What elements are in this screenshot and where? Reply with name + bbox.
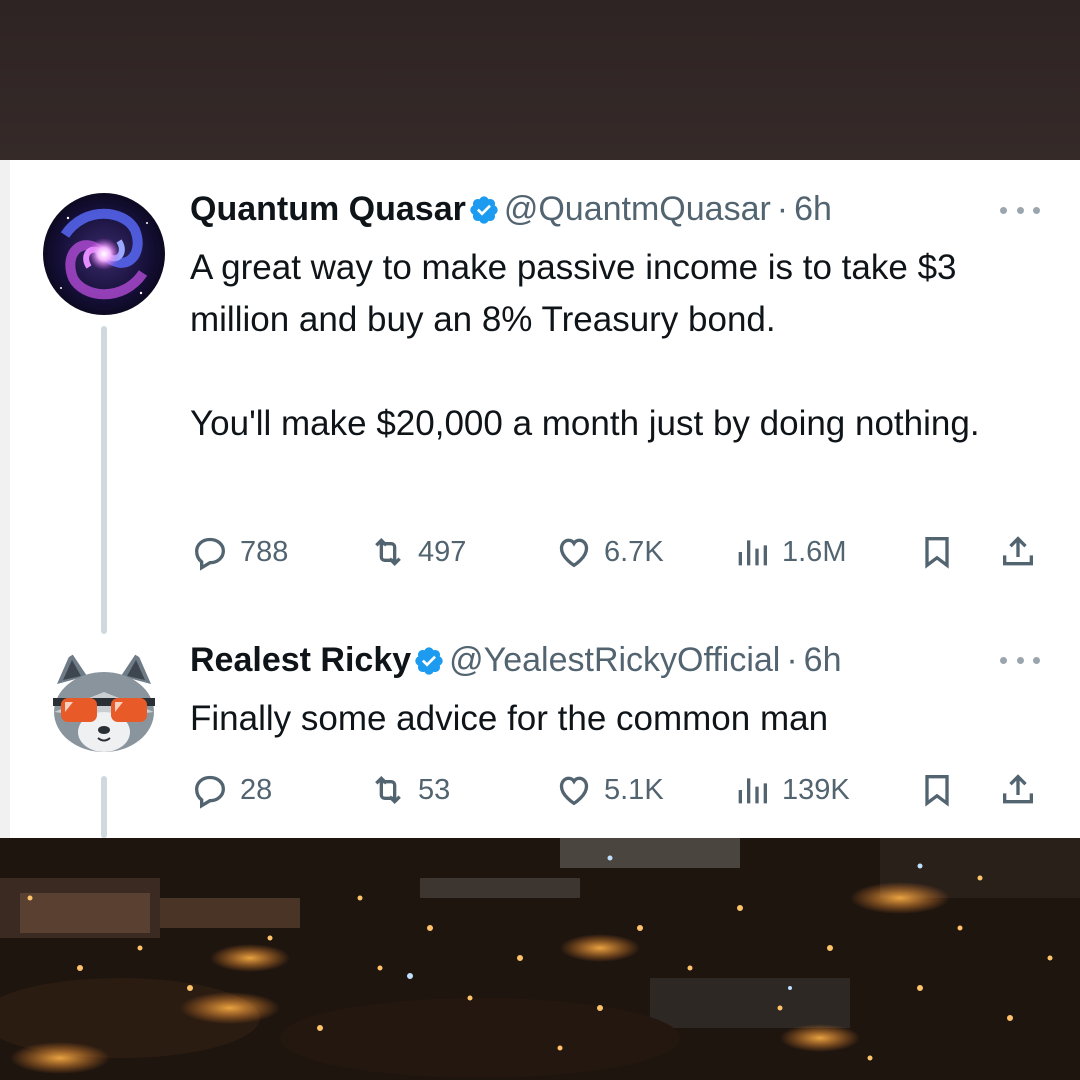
- galaxy-avatar[interactable]: [43, 193, 165, 315]
- author-name[interactable]: Realest Ricky: [190, 641, 411, 680]
- verified-badge-icon: [415, 646, 443, 675]
- bookmark-icon: [925, 775, 949, 807]
- views-button[interactable]: 1.6M: [732, 530, 846, 574]
- reply-count: 788: [240, 535, 289, 568]
- reply-icon: [194, 775, 226, 809]
- raccoon-icon: [53, 652, 155, 752]
- thread-line: [101, 326, 107, 634]
- tweet-text: Finally some advice for the common man: [190, 699, 829, 738]
- reply-button[interactable]: 28: [190, 768, 272, 812]
- bookmark-button[interactable]: [917, 530, 957, 574]
- thread-line: [101, 776, 107, 838]
- separator-dot: ·: [776, 190, 789, 228]
- separator-dot: ·: [786, 641, 798, 679]
- views-chart-icon: [738, 778, 767, 804]
- tweet-actions: 788 497 6.7K 1.6M: [190, 530, 1050, 574]
- share-button[interactable]: [998, 768, 1038, 812]
- verified-badge-icon: [470, 195, 498, 224]
- galaxy-icon: [43, 193, 165, 315]
- reply-button[interactable]: 788: [190, 530, 288, 574]
- tweet-text: A great way to make passive income is to…: [190, 248, 980, 443]
- repost-icon: [375, 775, 401, 805]
- reply-count: 28: [240, 773, 273, 806]
- author-handle[interactable]: @QuantmQuasar: [504, 190, 771, 229]
- share-icon: [1003, 536, 1033, 566]
- timestamp[interactable]: 6h: [794, 190, 832, 229]
- heart-icon: [559, 538, 589, 568]
- like-button[interactable]: 5.1K: [554, 768, 664, 812]
- author-name[interactable]: Quantum Quasar: [190, 190, 466, 229]
- reply-icon: [194, 537, 226, 571]
- share-icon: [1003, 774, 1033, 804]
- repost-count: 53: [418, 773, 451, 806]
- repost-icon: [375, 537, 401, 567]
- bookmark-icon: [925, 537, 949, 569]
- timestamp[interactable]: 6h: [804, 641, 842, 680]
- bookmark-button[interactable]: [917, 768, 957, 812]
- more-options-icon[interactable]: [1000, 650, 1040, 670]
- views-button[interactable]: 139K: [732, 768, 850, 812]
- repost-count: 497: [418, 535, 467, 568]
- like-count: 6.7K: [604, 535, 664, 568]
- tweet-actions: 28 53 5.1K 139K: [190, 768, 1050, 812]
- author-handle[interactable]: @YealestRickyOfficial: [449, 641, 780, 680]
- repost-button[interactable]: 497: [368, 530, 466, 574]
- more-options-icon[interactable]: [1000, 200, 1040, 220]
- repost-button[interactable]: 53: [368, 768, 450, 812]
- city-night-background: [0, 838, 1080, 1080]
- top-background-band: [0, 0, 1080, 160]
- share-button[interactable]: [998, 530, 1038, 574]
- views-count: 139K: [782, 773, 850, 806]
- tweet-header: Quantum Quasar @QuantmQuasar · 6h: [190, 190, 832, 229]
- views-count: 1.6M: [782, 535, 847, 568]
- like-button[interactable]: 6.7K: [554, 530, 664, 574]
- views-chart-icon: [738, 540, 767, 566]
- like-count: 5.1K: [604, 773, 664, 806]
- raccoon-sunglasses-avatar[interactable]: [43, 646, 165, 768]
- city-lights-image: [0, 838, 1080, 1080]
- tweet-thread-card: Quantum Quasar @QuantmQuasar · 6h A grea…: [0, 160, 1080, 838]
- tweet-header: Realest Ricky @YealestRickyOfficial · 6h: [190, 641, 842, 680]
- heart-icon: [559, 776, 589, 806]
